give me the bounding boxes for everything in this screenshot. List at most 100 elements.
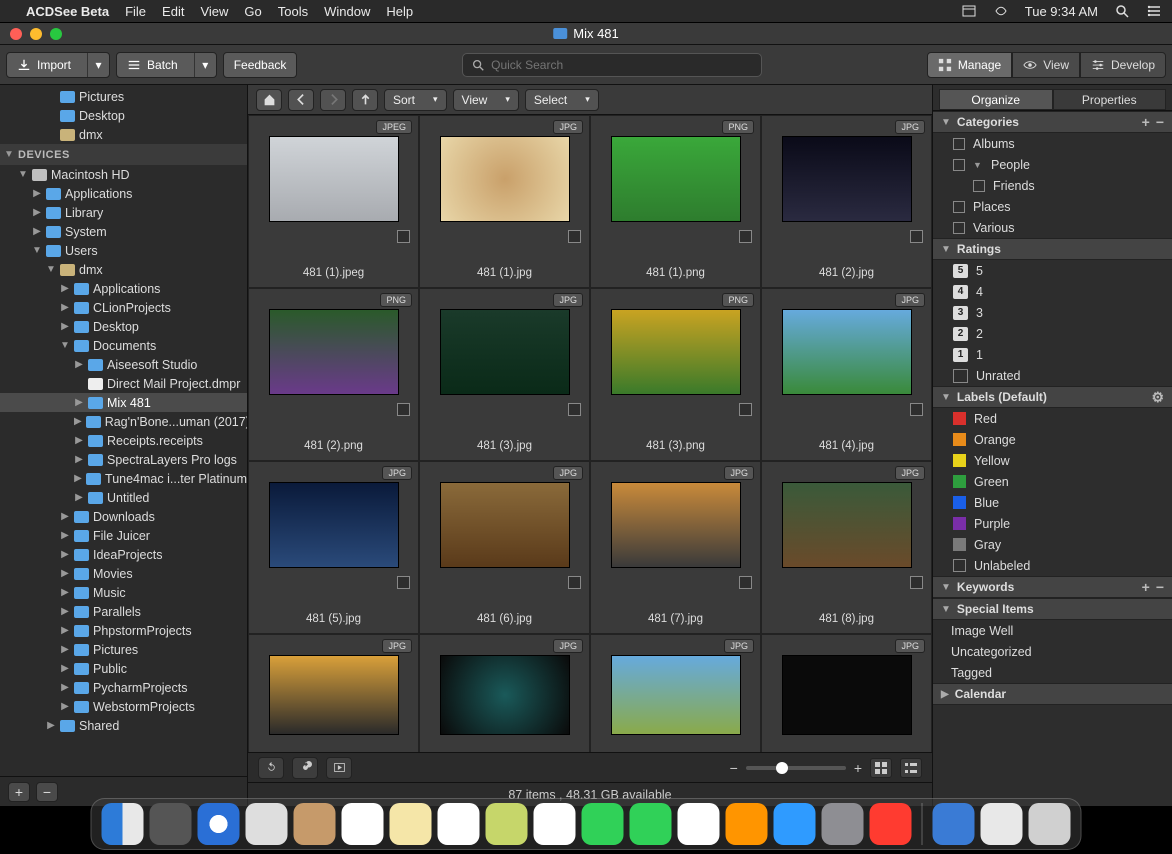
category-row[interactable]: Various xyxy=(933,217,1172,238)
dock-appstore[interactable] xyxy=(774,803,816,845)
checkbox[interactable] xyxy=(973,180,985,192)
dock-folder-2[interactable] xyxy=(981,803,1023,845)
special-row[interactable]: Image Well xyxy=(933,620,1172,641)
disclosure-icon[interactable]: ▶ xyxy=(60,625,70,636)
category-row[interactable]: ▼People xyxy=(933,154,1172,175)
list-view-button[interactable] xyxy=(900,758,922,778)
import-dropdown[interactable]: ▾ xyxy=(87,53,109,77)
select-checkbox[interactable] xyxy=(910,230,923,243)
spotlight-icon[interactable] xyxy=(1114,3,1130,19)
select-checkbox[interactable] xyxy=(397,403,410,416)
feedback-button[interactable]: Feedback xyxy=(223,52,298,78)
tree-row[interactable]: ▶Applications xyxy=(0,279,247,298)
keywords-header[interactable]: ▼Keywords +− xyxy=(933,576,1172,598)
dock-acdsee[interactable] xyxy=(870,803,912,845)
tree-row[interactable]: ▶Public xyxy=(0,659,247,678)
tree-row[interactable]: ▶CLionProjects xyxy=(0,298,247,317)
thumbnail-image[interactable] xyxy=(269,309,399,395)
thumbnail-cell[interactable]: JPG481 (1).jpg xyxy=(419,115,590,288)
dock-photos[interactable] xyxy=(534,803,576,845)
thumb-size-slider[interactable] xyxy=(746,766,846,770)
thumbnail-image[interactable] xyxy=(440,482,570,568)
tree-row[interactable]: dmx xyxy=(0,125,247,144)
thumbnail-image[interactable] xyxy=(611,136,741,222)
tree-row[interactable]: ▶Pictures xyxy=(0,640,247,659)
select-checkbox[interactable] xyxy=(568,576,581,589)
thumbnail-image[interactable] xyxy=(440,309,570,395)
dock-contacts[interactable] xyxy=(294,803,336,845)
label-row[interactable]: Unlabeled xyxy=(933,555,1172,576)
tools-menu[interactable]: Tools xyxy=(278,4,308,19)
disclosure-icon[interactable]: ▶ xyxy=(60,283,70,294)
add-folder-button[interactable]: + xyxy=(8,782,30,802)
select-checkbox[interactable] xyxy=(910,403,923,416)
disclosure-icon[interactable]: ▶ xyxy=(74,397,84,408)
batch-dropdown[interactable]: ▾ xyxy=(194,53,216,77)
rating-row[interactable]: 55 xyxy=(933,260,1172,281)
checkbox[interactable] xyxy=(953,138,965,150)
checkbox[interactable] xyxy=(953,222,965,234)
tree-row[interactable]: Direct Mail Project.dmpr xyxy=(0,374,247,393)
forward-button[interactable] xyxy=(320,89,346,111)
disclosure-icon[interactable]: ▶ xyxy=(74,435,84,446)
select-checkbox[interactable] xyxy=(397,230,410,243)
batch-button[interactable]: Batch ▾ xyxy=(116,52,217,78)
remove-folder-button[interactable]: − xyxy=(36,782,58,802)
thumbnail-image[interactable] xyxy=(782,655,912,735)
tree-row[interactable]: ▶Tune4mac i...ter Platinum xyxy=(0,469,247,488)
disclosure-icon[interactable]: ▶ xyxy=(60,568,70,579)
dock-launchpad[interactable] xyxy=(150,803,192,845)
thumbnail-cell[interactable]: JPG xyxy=(419,634,590,752)
rating-row[interactable]: Unrated xyxy=(933,365,1172,386)
select-checkbox[interactable] xyxy=(910,576,923,589)
select-checkbox[interactable] xyxy=(739,576,752,589)
menubar-clock[interactable]: Tue 9:34 AM xyxy=(1025,4,1098,19)
mode-view[interactable]: View xyxy=(1012,52,1080,78)
add-keyword-icon[interactable]: + xyxy=(1142,579,1150,595)
thumbnail-image[interactable] xyxy=(269,136,399,222)
tree-row[interactable]: ▶Parallels xyxy=(0,602,247,621)
tree-row[interactable]: ▶File Juicer xyxy=(0,526,247,545)
app-menu[interactable]: ACDSee Beta xyxy=(26,4,109,19)
import-button[interactable]: Import ▾ xyxy=(6,52,110,78)
dock-reminders[interactable] xyxy=(438,803,480,845)
thumbnail-image[interactable] xyxy=(782,136,912,222)
thumbnail-cell[interactable]: JPG481 (5).jpg xyxy=(248,461,419,634)
thumbnail-image[interactable] xyxy=(611,655,741,735)
tree-row[interactable]: ▶PycharmProjects xyxy=(0,678,247,697)
tree-row[interactable]: ▶Movies xyxy=(0,564,247,583)
disclosure-icon[interactable]: ▶ xyxy=(60,511,70,522)
disclosure-icon[interactable]: ▶ xyxy=(60,530,70,541)
disclosure-icon[interactable]: ▶ xyxy=(60,321,70,332)
rotate-cw-button[interactable] xyxy=(292,757,318,779)
home-button[interactable] xyxy=(256,89,282,111)
label-row[interactable]: Blue xyxy=(933,492,1172,513)
label-row[interactable]: Green xyxy=(933,471,1172,492)
rating-row[interactable]: 11 xyxy=(933,344,1172,365)
disclosure-icon[interactable]: ▶ xyxy=(60,644,70,655)
thumbnail-cell[interactable]: PNG481 (2).png xyxy=(248,288,419,461)
view-dropdown[interactable]: View▾ xyxy=(453,89,519,111)
disclosure-icon[interactable]: ▼ xyxy=(973,160,983,170)
select-checkbox[interactable] xyxy=(568,230,581,243)
dock-folder[interactable] xyxy=(933,803,975,845)
control-center-icon[interactable] xyxy=(1146,3,1162,19)
thumbnail-cell[interactable]: JPG481 (3).jpg xyxy=(419,288,590,461)
disclosure-icon[interactable]: ▶ xyxy=(60,606,70,617)
menubar-extra-icon[interactable] xyxy=(961,3,977,19)
disclosure-icon[interactable]: ▶ xyxy=(74,359,84,370)
thumbnail-cell[interactable]: JPG xyxy=(590,634,761,752)
tree-row[interactable]: ▶Music xyxy=(0,583,247,602)
dock-maps[interactable] xyxy=(486,803,528,845)
disclosure-icon[interactable]: ▶ xyxy=(60,682,70,693)
dock-safari[interactable] xyxy=(198,803,240,845)
dock-ibooks[interactable] xyxy=(726,803,768,845)
disclosure-icon[interactable]: ▼ xyxy=(18,169,28,180)
dock-facetime[interactable] xyxy=(630,803,672,845)
disclosure-icon[interactable]: ▶ xyxy=(74,473,82,484)
tab-properties[interactable]: Properties xyxy=(1053,89,1167,110)
ratings-header[interactable]: ▼Ratings xyxy=(933,238,1172,260)
thumbnail-image[interactable] xyxy=(269,482,399,568)
disclosure-icon[interactable]: ▶ xyxy=(60,587,70,598)
dock-preferences[interactable] xyxy=(822,803,864,845)
